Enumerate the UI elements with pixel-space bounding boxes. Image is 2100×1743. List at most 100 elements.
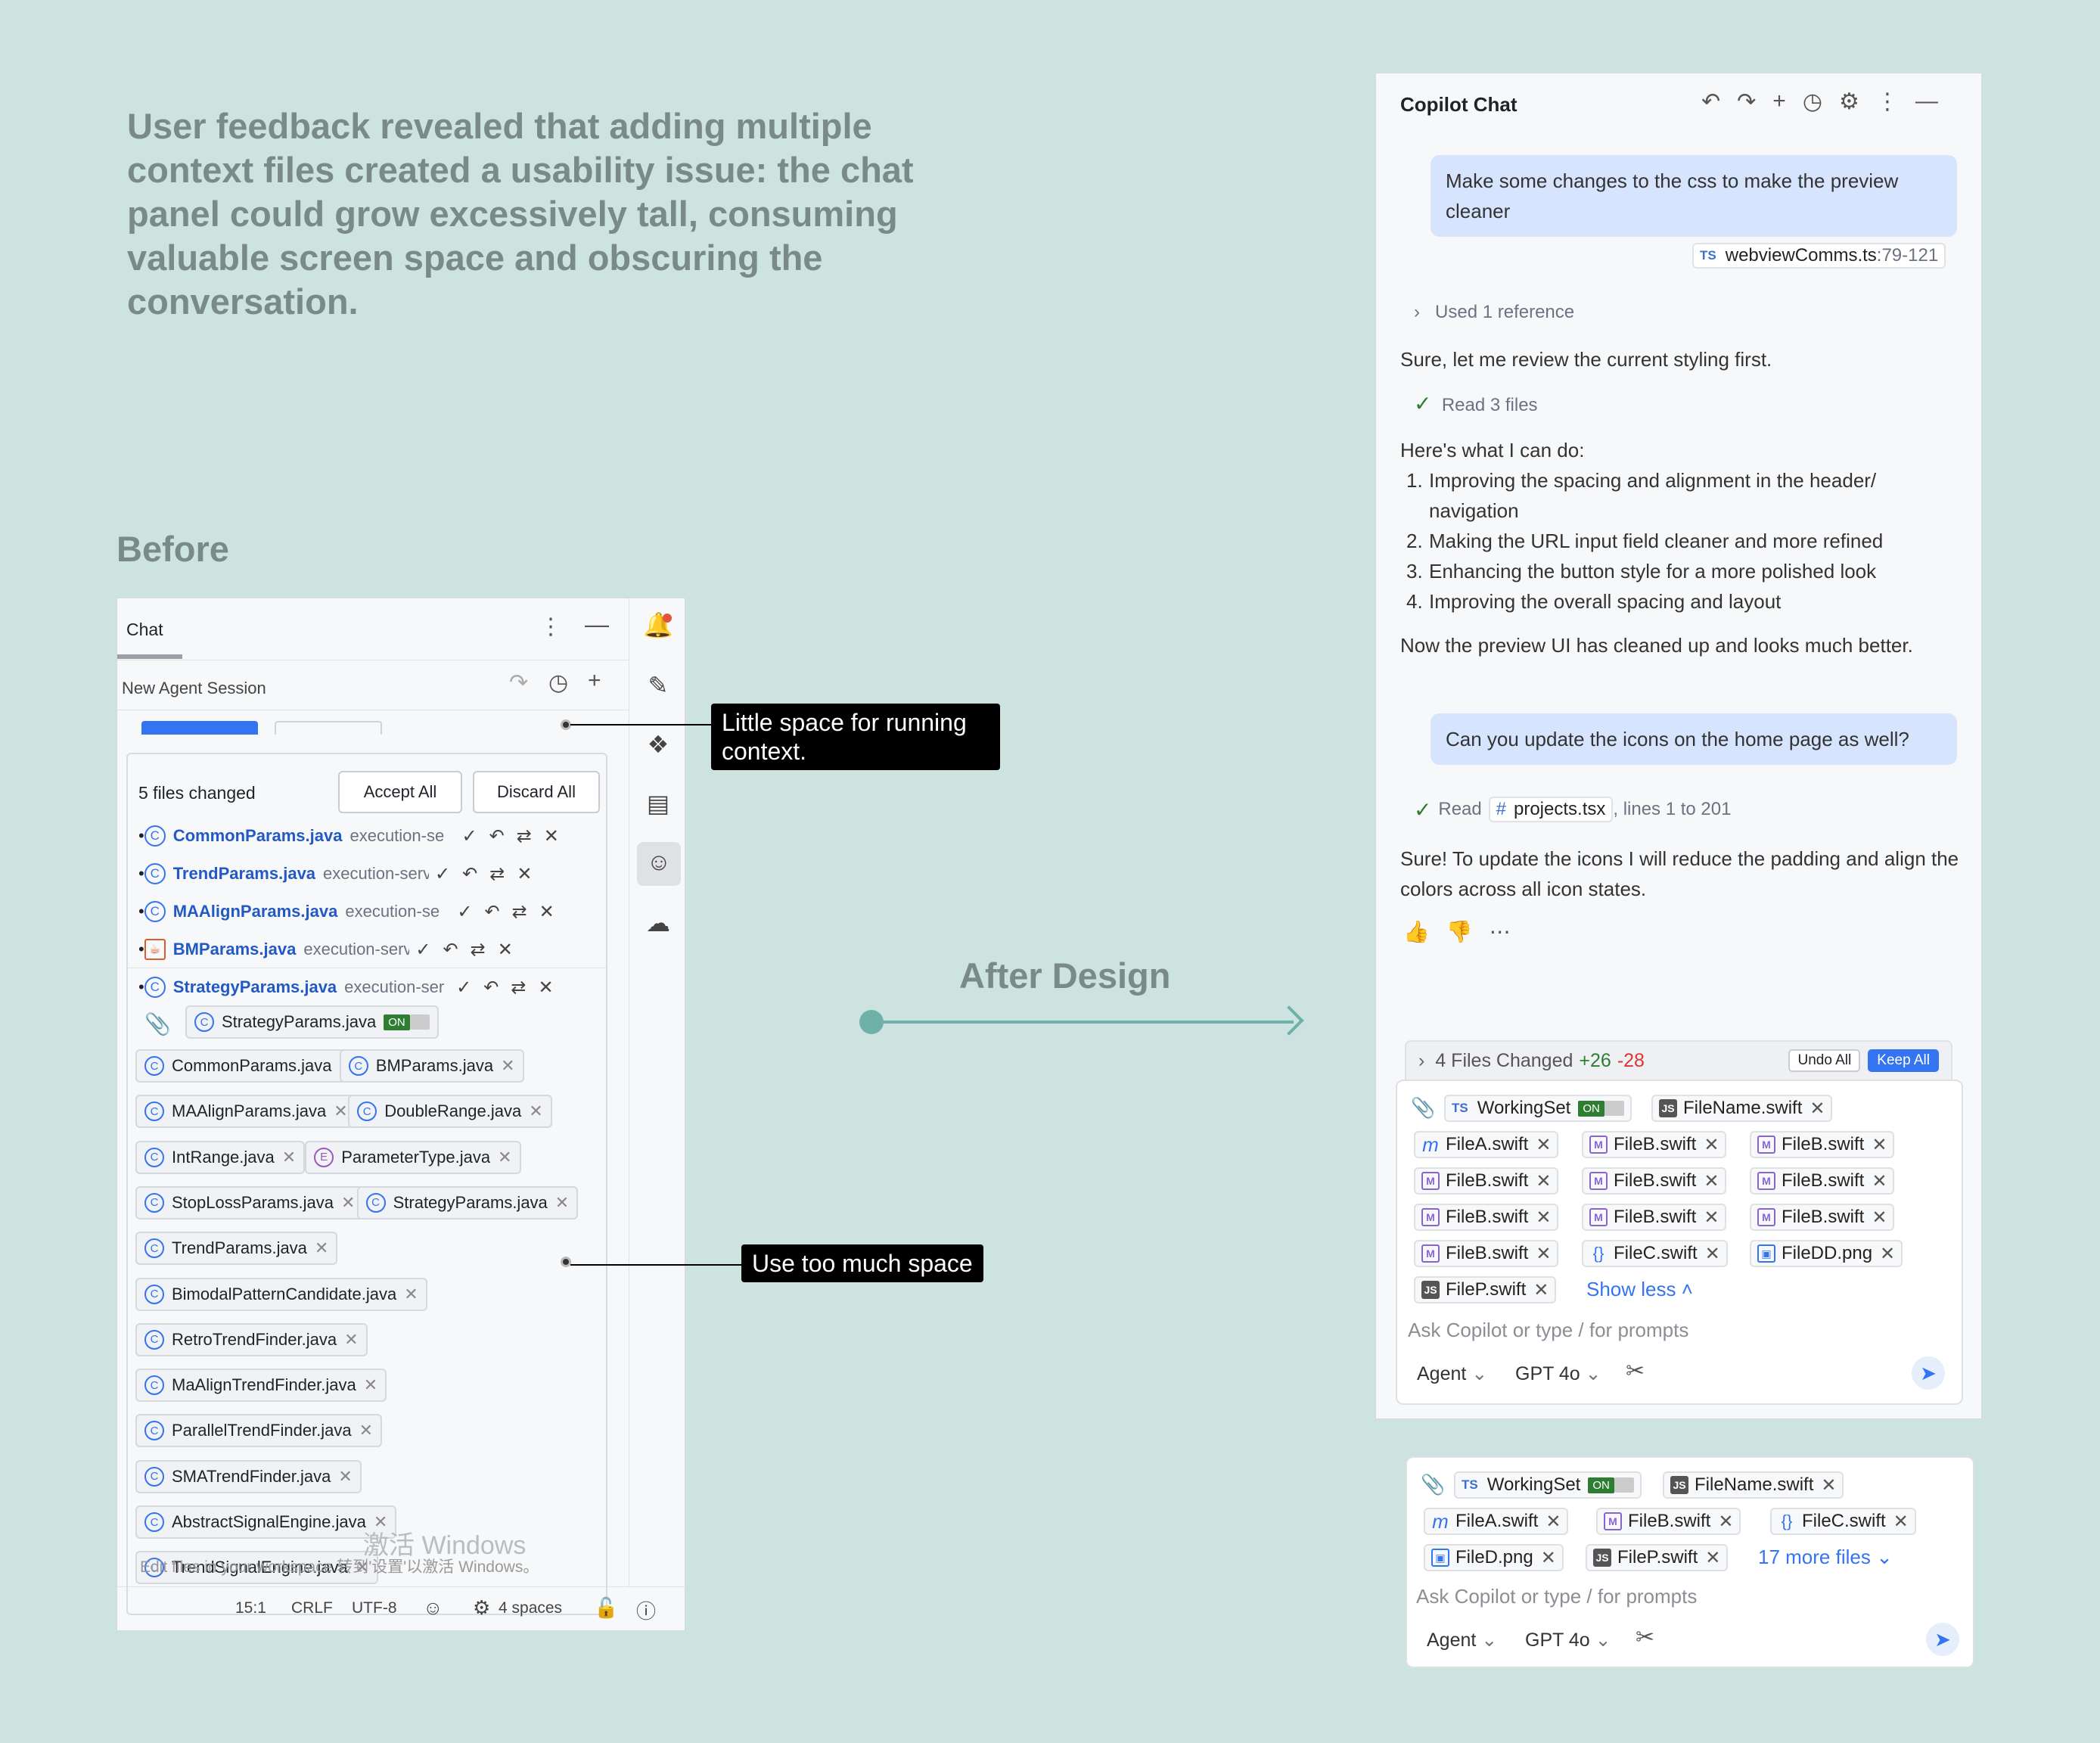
close-icon[interactable]: ✕: [555, 1193, 569, 1213]
minimize-icon[interactable]: —: [1915, 89, 1938, 115]
elephant-icon[interactable]: ❖: [643, 730, 673, 760]
context-file-chip[interactable]: C MaAlignTrendFinder.java ✕: [135, 1369, 387, 1403]
tools-icon[interactable]: ✂: [1626, 1358, 1645, 1384]
close-icon[interactable]: ✕: [1704, 1170, 1719, 1192]
close-icon[interactable]: ✕: [539, 901, 555, 923]
close-icon[interactable]: ✕: [501, 1056, 514, 1076]
file-chip[interactable]: M FileB.swift ✕: [1750, 1204, 1895, 1231]
more-icon[interactable]: ⋮: [539, 614, 562, 640]
file-chip[interactable]: ▣ FileD.png ✕: [1424, 1544, 1564, 1571]
diff-icon[interactable]: ⇄: [489, 863, 505, 885]
changed-file-name[interactable]: TrendParams.java: [173, 864, 315, 884]
revert-icon[interactable]: ↶: [483, 977, 499, 999]
discard-all-button[interactable]: Discard All: [473, 771, 600, 813]
close-icon[interactable]: ✕: [498, 939, 513, 961]
model-select[interactable]: GPT 4o ⌄: [1515, 1362, 1601, 1385]
file-chip[interactable]: M FileB.swift ✕: [1750, 1131, 1895, 1158]
redo-icon[interactable]: ↷: [509, 670, 528, 696]
revert-icon[interactable]: ↶: [443, 939, 458, 961]
more-icon[interactable]: ⋮: [1876, 89, 1899, 115]
on-badge[interactable]: ON: [1588, 1477, 1614, 1493]
agent-select[interactable]: Agent ⌄: [1427, 1629, 1497, 1651]
copilot-status-icon[interactable]: ☺: [423, 1596, 443, 1620]
file-chip[interactable]: JS FileP.swift ✕: [1586, 1544, 1729, 1571]
revert-icon[interactable]: ↶: [484, 901, 499, 923]
file-chip[interactable]: M FileB.swift ✕: [1750, 1167, 1895, 1195]
undo-all-button[interactable]: Undo All: [1788, 1049, 1861, 1072]
context-file-chip[interactable]: C IntRange.java ✕: [135, 1140, 306, 1174]
file-chip[interactable]: m FileA.swift ✕: [1414, 1131, 1559, 1158]
working-set-chip[interactable]: C StrategyParams.java ON: [185, 1005, 439, 1039]
close-icon[interactable]: ✕: [1536, 1207, 1551, 1229]
line-ending[interactable]: CRLF: [291, 1599, 333, 1617]
close-icon[interactable]: ✕: [529, 1101, 542, 1121]
indent[interactable]: 4 spaces: [499, 1599, 562, 1617]
show-less-link[interactable]: Show less ˄: [1586, 1278, 1693, 1301]
file-chip[interactable]: M FileB.swift ✕: [1582, 1167, 1727, 1195]
close-icon[interactable]: ✕: [498, 1148, 511, 1167]
files-changed-bar[interactable]: › 4 Files Changed +26 -28 Undo All Keep …: [1405, 1040, 1952, 1081]
context-file-chip[interactable]: E ParameterType.java ✕: [305, 1140, 521, 1174]
close-icon[interactable]: ✕: [1536, 1243, 1551, 1265]
agent-select[interactable]: Agent ⌄: [1417, 1362, 1487, 1385]
close-icon[interactable]: ✕: [344, 1330, 358, 1350]
file-chip[interactable]: JS FileName.swift ✕: [1651, 1095, 1833, 1122]
file-chip[interactable]: M FileB.swift ✕: [1582, 1131, 1727, 1158]
tools-icon[interactable]: ✂: [1636, 1624, 1654, 1651]
close-icon[interactable]: ✕: [1536, 1134, 1551, 1156]
diff-icon[interactable]: ⇄: [512, 901, 527, 923]
file-chip[interactable]: {} FileC.swift ✕: [1582, 1240, 1728, 1267]
accept-icon[interactable]: ✓: [457, 901, 472, 923]
context-file-chip[interactable]: C MAAlignParams.java ✕: [135, 1095, 357, 1129]
file-chip[interactable]: {} FileC.swift ✕: [1770, 1508, 1916, 1535]
on-badge[interactable]: ON: [1578, 1100, 1605, 1117]
context-file-chip[interactable]: C BimodalPatternCandidate.java ✕: [135, 1277, 427, 1311]
working-set-chip[interactable]: TS WorkingSet ON: [1444, 1095, 1632, 1122]
send-button[interactable]: ➤: [1912, 1356, 1945, 1390]
accept-icon[interactable]: ✓: [461, 825, 477, 847]
close-icon[interactable]: ✕: [517, 863, 532, 885]
context-file-chip[interactable]: C BMParams.java ✕: [339, 1049, 524, 1083]
cursor-pos[interactable]: 15:1: [235, 1599, 266, 1617]
redo-icon[interactable]: ↷: [1737, 89, 1756, 115]
accept-icon[interactable]: ✓: [435, 863, 450, 885]
file-chip[interactable]: m FileA.swift ✕: [1424, 1508, 1569, 1535]
close-icon[interactable]: ✕: [1880, 1243, 1895, 1265]
accept-icon[interactable]: ✓: [456, 977, 471, 999]
context-file-chip[interactable]: C AbstractSignalEngine.java ✕: [135, 1505, 397, 1539]
close-icon[interactable]: ✕: [539, 977, 554, 999]
file-chip[interactable]: M FileB.swift ✕: [1414, 1204, 1559, 1231]
close-icon[interactable]: ✕: [1872, 1207, 1887, 1229]
chat-input[interactable]: Ask Copilot or type / for prompts: [1416, 1585, 1697, 1608]
minimize-icon[interactable]: —: [585, 611, 609, 638]
cloud-icon[interactable]: ☁: [643, 909, 673, 939]
attach-icon[interactable]: 📎: [1421, 1473, 1445, 1496]
context-file-chip[interactable]: C SMATrendFinder.java ✕: [135, 1459, 362, 1493]
more-files-link[interactable]: 17 more files ⌄: [1758, 1546, 1893, 1569]
context-file-chip[interactable]: CCommonParams.java✕: [135, 1049, 362, 1083]
accept-icon[interactable]: ✓: [415, 939, 430, 961]
encoding[interactable]: UTF-8: [352, 1599, 397, 1617]
context-file-chip[interactable]: C StrategyParams.java ✕: [356, 1185, 579, 1219]
thumbs-up-icon[interactable]: 👍: [1403, 919, 1430, 944]
accept-all-button[interactable]: Accept All: [338, 771, 462, 813]
attach-icon[interactable]: 📎: [144, 1011, 171, 1036]
progress-tab[interactable]: [275, 721, 382, 735]
close-icon[interactable]: ✕: [1718, 1511, 1733, 1533]
changed-file-name[interactable]: MAAlignParams.java: [173, 902, 338, 921]
context-file-chip[interactable]: C StopLossParams.java ✕: [135, 1185, 365, 1219]
gear-icon[interactable]: ⚙: [1839, 89, 1859, 115]
file-chip[interactable]: M FileB.swift ✕: [1596, 1508, 1741, 1535]
close-icon[interactable]: ✕: [359, 1421, 373, 1440]
on-badge[interactable]: ON: [384, 1014, 410, 1030]
close-icon[interactable]: ✕: [1545, 1511, 1561, 1533]
notification-icon[interactable]: 🔔: [643, 611, 673, 641]
close-icon[interactable]: ✕: [338, 1467, 352, 1487]
ai-chat-icon[interactable]: ✎: [643, 671, 673, 701]
diff-icon[interactable]: ⇄: [471, 939, 486, 961]
working-set-chip[interactable]: TS WorkingSet ON: [1454, 1471, 1642, 1499]
context-file-chip[interactable]: C ParallelTrendFinder.java ✕: [135, 1414, 383, 1448]
changed-file-name[interactable]: StrategyParams.java: [173, 977, 337, 997]
close-icon[interactable]: ✕: [544, 825, 559, 847]
lock-icon[interactable]: 🔓: [594, 1596, 618, 1620]
